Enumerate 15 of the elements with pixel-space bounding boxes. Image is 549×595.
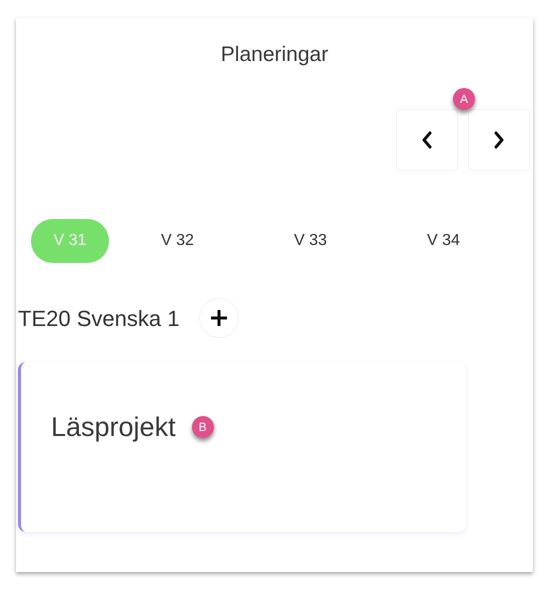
- plus-icon: [209, 308, 230, 328]
- chevron-right-icon: [493, 131, 505, 149]
- course-name: TE20 Svenska 1: [18, 304, 180, 332]
- annotation-marker: B: [192, 416, 214, 438]
- planning-card[interactable]: Läsprojekt B: [18, 362, 466, 532]
- week-tab[interactable]: V 32: [113, 219, 242, 263]
- page-title: Planeringar: [220, 43, 330, 67]
- week-tab[interactable]: V 34: [379, 219, 508, 263]
- add-button[interactable]: [199, 298, 240, 338]
- next-button[interactable]: [468, 109, 530, 171]
- chevron-left-icon: [421, 131, 433, 149]
- week-tab[interactable]: V 33: [246, 219, 375, 263]
- card-title: Läsprojekt: [51, 410, 176, 444]
- annotation-marker: A: [453, 88, 475, 110]
- previous-button[interactable]: [396, 109, 458, 171]
